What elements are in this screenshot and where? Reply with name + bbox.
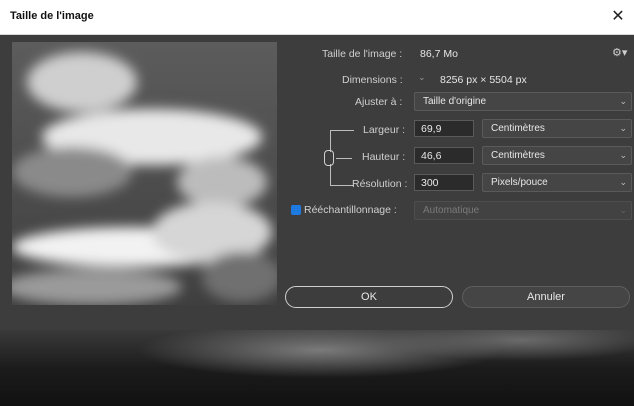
gear-icon[interactable]: ⚙▾ [612, 46, 628, 60]
resolution-unit-value: Pixels/pouce [491, 177, 548, 188]
fit-to-select[interactable]: Taille d'origine ⌄ [414, 92, 632, 111]
link-bracket-bottom [330, 164, 331, 185]
cancel-button[interactable]: Annuler [462, 286, 630, 308]
dimensions-chevron-icon[interactable]: ⌄ [418, 72, 426, 83]
width-unit-select[interactable]: Centimètres ⌄ [482, 119, 632, 138]
dialog-title: Taille de l'image [10, 10, 94, 22]
link-bracket-top [330, 130, 331, 152]
chevron-down-icon: ⌄ [619, 96, 627, 106]
resolution-label: Résolution : [352, 178, 408, 190]
dimensions-value: 8256 px × 5504 px [440, 74, 527, 86]
fit-to-value: Taille d'origine [423, 96, 487, 107]
chevron-down-icon: ⌄ [619, 123, 627, 133]
close-icon[interactable]: ✕ [608, 7, 628, 27]
resample-label: Rééchantillonnage : [304, 204, 397, 216]
chain-link-icon[interactable] [324, 150, 334, 166]
width-unit-value: Centimètres [491, 123, 545, 134]
resample-value: Automatique [423, 205, 480, 216]
chevron-down-icon: ⌄ [619, 205, 627, 215]
fit-to-label: Ajuster à : [355, 96, 403, 108]
width-label: Largeur : [363, 124, 406, 136]
width-input[interactable]: 69,9 [414, 120, 474, 137]
image-size-label: Taille de l'image : [322, 48, 403, 60]
resample-select[interactable]: Automatique ⌄ [414, 201, 632, 220]
link-bracket-top-h [330, 130, 354, 131]
resolution-unit-select[interactable]: Pixels/pouce ⌄ [482, 173, 632, 192]
height-unit-value: Centimètres [491, 150, 545, 161]
height-input[interactable]: 46,6 [414, 147, 474, 164]
link-bracket-mid [336, 158, 352, 159]
resample-checkbox-icon[interactable] [291, 205, 301, 215]
resolution-input[interactable]: 300 [414, 174, 474, 191]
chevron-down-icon: ⌄ [619, 177, 627, 187]
height-label: Hauteur : [362, 151, 406, 163]
image-size-value: 86,7 Mo [420, 48, 458, 60]
ok-button[interactable]: OK [285, 286, 453, 308]
chevron-down-icon: ⌄ [619, 150, 627, 160]
image-size-dialog: Taille de l'image ✕ Taille de l'image: … [0, 0, 634, 330]
image-preview [12, 42, 277, 305]
dimensions-label: Dimensions : [342, 74, 403, 86]
title-bar: Taille de l'image ✕ [0, 0, 634, 35]
height-unit-select[interactable]: Centimètres ⌄ [482, 146, 632, 165]
link-bracket-bottom-h [330, 185, 354, 186]
